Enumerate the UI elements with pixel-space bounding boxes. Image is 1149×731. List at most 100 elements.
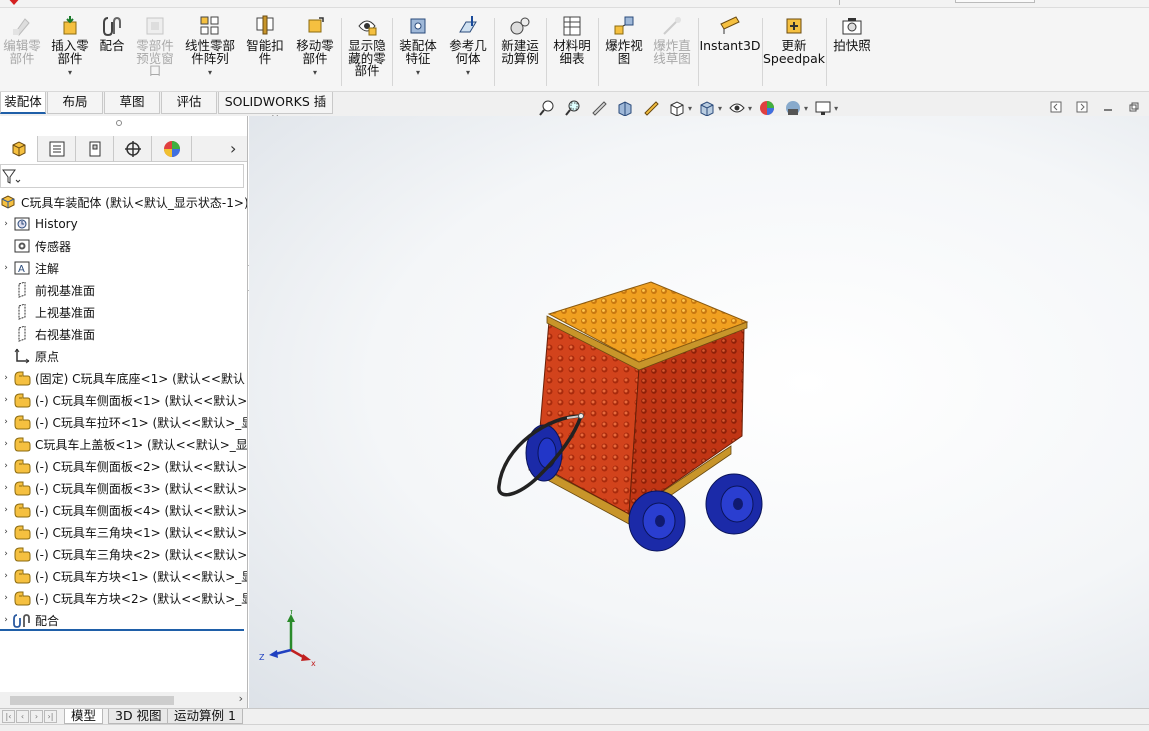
expand-arrow-icon[interactable]: › [0,219,12,229]
tree-item[interactable]: › (-) C玩具车拉环<1> (默认<<默认>_显 [0,411,247,433]
tab-motion-study-1[interactable]: 运动算例 1 [167,709,243,724]
first-tab-icon[interactable]: |‹ [2,710,15,723]
exploded-view-button[interactable]: 爆炸视 图 [602,14,646,65]
tab-model[interactable]: 模型 [64,709,104,724]
linear-pattern-button[interactable]: 线性零部 件阵列 ▾ [182,14,238,80]
chevron-down-icon[interactable]: ▾ [208,67,212,80]
tree-item[interactable]: › (-) C玩具车侧面板<3> (默认<<默认> [0,477,247,499]
tab-solidworks-addins[interactable]: SOLIDWORKS 插件 [218,92,333,129]
tree-item[interactable]: 右视基准面 [0,323,247,345]
toy-car-model[interactable] [489,276,789,576]
reference-geometry-button[interactable]: 参考几 何体 ▾ [446,14,490,80]
tree-item[interactable]: › History [0,213,247,235]
insert-component-button[interactable]: 插入零 部件 ▾ [48,14,92,80]
display-style-icon[interactable] [698,99,716,117]
minimize-icon[interactable] [1102,101,1114,113]
tab-3d-views[interactable]: 3D 视图 [108,709,169,724]
chevron-down-icon[interactable]: ▾ [466,67,470,80]
expand-arrow-icon[interactable]: › [0,373,12,383]
expand-arrow-icon[interactable]: › [0,571,12,581]
expand-arrow-icon[interactable]: › [0,483,12,493]
expand-arrow-icon[interactable]: › [0,461,12,471]
component-preview-button[interactable]: 零部件 预览窗 口 [132,14,178,78]
mate-button[interactable]: 配合 [96,14,128,53]
expand-arrow-icon[interactable]: › [0,395,12,405]
tree-item[interactable]: › (-) C玩具车侧面板<1> (默认<<默认> [0,389,247,411]
scrollbar-thumb[interactable] [10,696,174,705]
graphics-area[interactable]: Y x Z [249,116,1149,708]
tree-item[interactable]: 原点 [0,345,247,367]
instant3d-button[interactable]: Instant3D [699,14,761,53]
section-view-icon[interactable] [616,99,634,117]
tree-item[interactable]: › (-) C玩具车侧面板<4> (默认<<默认> [0,499,247,521]
take-snapshot-button[interactable]: 拍快照 [830,14,874,53]
tab-layout[interactable]: 布局 [47,92,103,114]
tab-display-manager[interactable] [152,136,192,162]
expand-arrow-icon[interactable]: › [0,505,12,515]
tab-configuration-manager[interactable] [76,136,114,162]
tree-item[interactable]: › C玩具车上盖板<1> (默认<<默认>_显 [0,433,247,455]
expand-arrow-icon[interactable]: › [0,527,12,537]
chevron-down-icon[interactable]: ▾ [804,104,808,113]
tree-item[interactable]: › A 注解 [0,257,247,279]
dynamic-annotation-icon[interactable] [642,99,660,117]
tree-item[interactable]: › (固定) C玩具车底座<1> (默认<<默认 [0,367,247,389]
expand-arrow-icon[interactable]: › [0,263,12,273]
restore-icon[interactable] [1128,101,1140,113]
tree-item[interactable]: 上视基准面 [0,301,247,323]
tree-item[interactable]: › (-) C玩具车方块<1> (默认<<默认>_显 [0,565,247,587]
tree-root-assembly[interactable]: C玩具车装配体 (默认<默认_显示状态-1>) [0,191,247,213]
prev-tab-icon[interactable]: ‹ [16,710,29,723]
panel-splitter-handle[interactable] [116,120,122,126]
zoom-to-area-icon[interactable] [564,99,582,117]
move-component-button[interactable]: 移动零 部件 ▾ [292,14,338,80]
view-settings-icon[interactable] [814,99,832,117]
tree-item[interactable]: 前视基准面 [0,279,247,301]
next-tab-icon[interactable]: › [30,710,43,723]
chevron-down-icon[interactable]: ▾ [416,67,420,80]
tree-item[interactable]: 传感器 [0,235,247,257]
split-right-icon[interactable] [1076,101,1088,113]
update-speedpak-button[interactable]: 更新 Speedpak [763,14,825,65]
tab-feature-manager[interactable] [0,136,38,162]
new-motion-study-button[interactable]: 新建运 动算例 [498,14,542,65]
expand-arrow-icon[interactable]: › [0,417,12,427]
expand-arrow-icon[interactable]: › [0,615,12,625]
previous-view-icon[interactable] [590,99,608,117]
hide-show-items-icon[interactable] [728,99,746,117]
tree-item[interactable]: › (-) C玩具车三角块<1> (默认<<默认> [0,521,247,543]
assembly-features-button[interactable]: 装配体 特征 ▾ [396,14,440,80]
tab-dimxpert-manager[interactable] [114,136,152,162]
chevron-down-icon[interactable]: ▾ [688,104,692,113]
expand-arrow-icon[interactable]: › [0,549,12,559]
horizontal-scrollbar[interactable]: › [0,692,247,708]
scroll-right-arrow-icon[interactable]: › [239,692,243,705]
chevron-down-icon[interactable]: ▾ [748,104,752,113]
chevron-down-icon[interactable]: ▾ [718,104,722,113]
edit-appearance-icon[interactable] [758,99,776,117]
tree-item[interactable]: › 配合 [0,609,247,631]
tab-evaluate[interactable]: 评估 [161,92,217,114]
chevron-down-icon[interactable]: ▾ [313,67,317,80]
tab-assembly[interactable]: 装配体 [0,92,46,114]
smart-fasteners-button[interactable]: 智能扣 件 [243,14,287,65]
explode-line-sketch-button[interactable]: 爆炸直 线草图 [650,14,694,65]
zoom-to-fit-icon[interactable] [538,99,556,117]
apply-scene-icon[interactable] [784,99,802,117]
last-tab-icon[interactable]: ›| [44,710,57,723]
tree-filter[interactable] [0,164,244,188]
expand-arrow-icon[interactable]: › [0,439,12,449]
tab-sketch[interactable]: 草图 [104,92,160,114]
split-left-icon[interactable] [1050,101,1062,113]
chevron-down-icon[interactable]: ▾ [68,67,72,80]
tab-property-manager[interactable] [38,136,76,162]
edit-component-button[interactable]: 编辑零 部件 [2,14,42,65]
tree-item[interactable]: › (-) C玩具车侧面板<2> (默认<<默认> [0,455,247,477]
bom-button[interactable]: 材料明 细表 [550,14,594,65]
tree-item[interactable]: › (-) C玩具车方块<2> (默认<<默认>_显 [0,587,247,609]
view-orientation-icon[interactable] [668,99,686,117]
chevron-right-icon[interactable]: › [230,139,236,158]
expand-arrow-icon[interactable]: › [0,593,12,603]
filter-icon[interactable] [1,167,21,187]
show-hidden-button[interactable]: 显示隐 藏的零 部件 [345,14,389,78]
